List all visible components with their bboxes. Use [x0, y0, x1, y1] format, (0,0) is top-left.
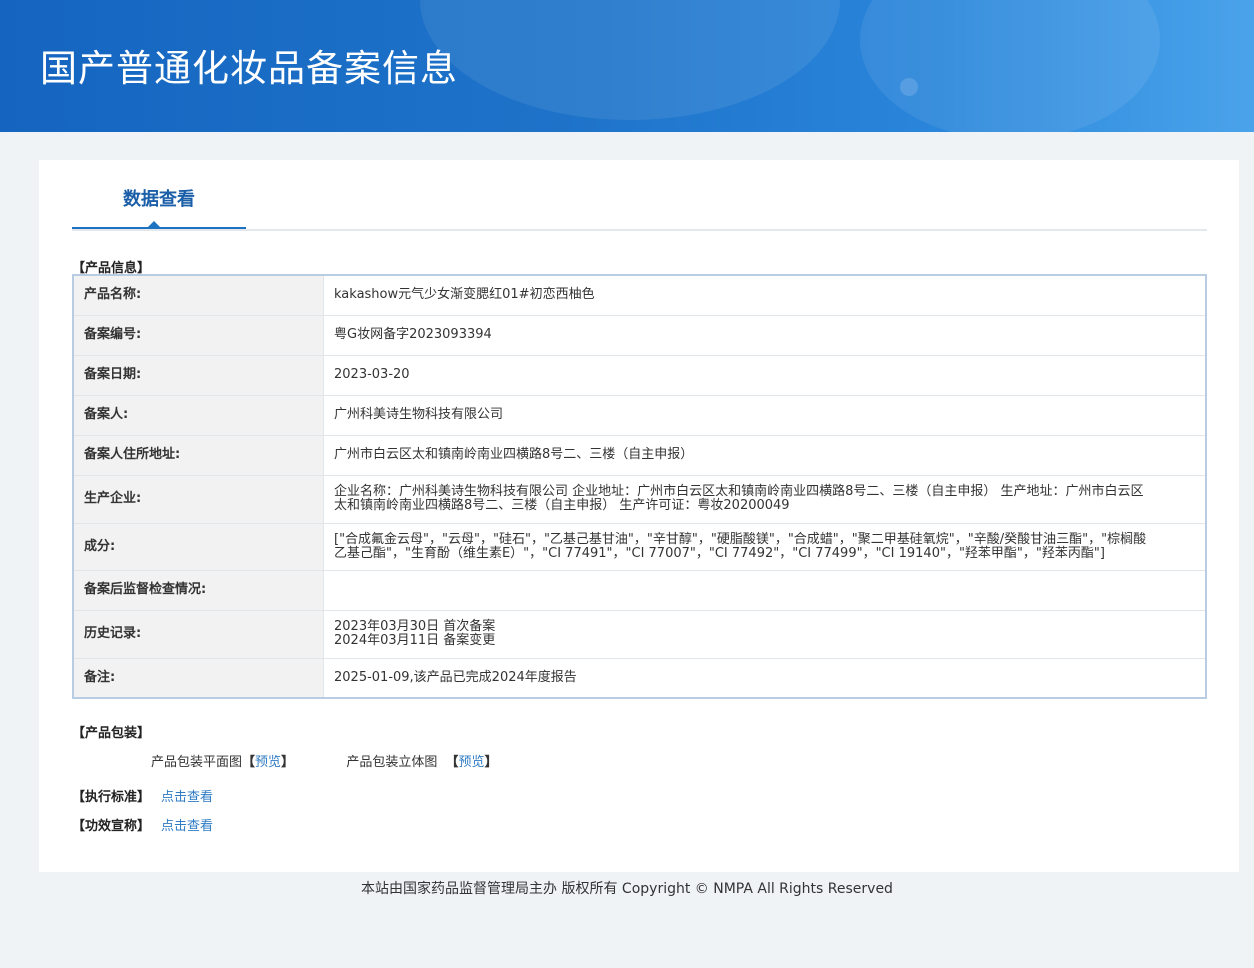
table-row: 备注: 2025-01-09,该产品已完成2024年度报告 — [73, 658, 1206, 699]
table-row: 历史记录: 2023年03月30日 首次备案 2024年03月11日 备案变更 — [73, 610, 1206, 659]
row-label: 备案人: — [73, 395, 324, 436]
close-bracket: 】 — [281, 755, 295, 770]
banner-decoration — [420, 0, 840, 120]
flat-image-label: 产品包装平面图 — [151, 755, 243, 770]
flat-preview-link[interactable]: 预览 — [255, 751, 281, 770]
table-row: 备案编号: 粤G妆网备字2023093394 — [73, 315, 1206, 356]
page-title: 国产普通化妆品备案信息 — [40, 47, 458, 90]
row-value: ["合成氟金云母"，"云母"，"硅石"，"乙基己基甘油"，"辛甘醇"，"硬脂酸镁… — [323, 523, 1206, 571]
stereo-preview-link[interactable]: 预览 — [459, 751, 485, 770]
stereo-image-label: 产品包装立体图 — [346, 755, 438, 770]
table-row: 备案日期: 2023-03-20 — [73, 355, 1206, 396]
content-panel: 数据查看 【产品信息】 产品名称: kakashow元气少女渐变腮红01#初恋西… — [39, 160, 1239, 872]
row-label: 备案后监督检查情况: — [73, 570, 324, 611]
tab-label: 数据查看 — [123, 189, 195, 210]
standard-title: 【执行标准】 — [72, 790, 151, 805]
open-bracket: 【 — [242, 755, 256, 770]
row-value: 粤G妆网备字2023093394 — [323, 315, 1206, 356]
table-row: 生产企业: 企业名称：广州科美诗生物科技有限公司 企业地址：广州市白云区太和镇南… — [73, 475, 1206, 524]
row-label: 历史记录: — [73, 610, 324, 659]
row-label: 成分: — [73, 523, 324, 571]
row-value — [323, 570, 1206, 611]
table-row: 成分: ["合成氟金云母"，"云母"，"硅石"，"乙基己基甘油"，"辛甘醇"，"… — [73, 523, 1206, 571]
product-info-table: 产品名称: kakashow元气少女渐变腮红01#初恋西柚色 备案编号: 粤G妆… — [72, 274, 1207, 699]
efficacy-title: 【功效宣称】 — [72, 819, 151, 834]
table-row: 备案人住所地址: 广州市白云区太和镇南岭南业四横路8号二、三楼（自主申报） — [73, 435, 1206, 476]
efficacy-view-link[interactable]: 点击查看 — [161, 815, 213, 834]
row-value: 2023年03月30日 首次备案 2024年03月11日 备案变更 — [323, 610, 1206, 659]
banner-decoration — [860, 0, 1160, 132]
row-value: 2023-03-20 — [323, 355, 1206, 396]
table-row: 备案后监督检查情况: — [73, 570, 1206, 611]
active-tab-caret-icon — [147, 221, 161, 228]
row-label: 备案日期: — [73, 355, 324, 396]
banner-decoration — [900, 78, 918, 96]
row-value: 2025-01-09,该产品已完成2024年度报告 — [323, 658, 1206, 699]
footer-copyright: 本站由国家药品监督管理局主办 版权所有 Copyright © NMPA All… — [361, 881, 893, 897]
tab-data-view[interactable]: 数据查看 — [72, 160, 246, 229]
history-entry: 2023年03月30日 首次备案 — [334, 619, 496, 634]
close-bracket: 】 — [484, 755, 498, 770]
row-value: 广州科美诗生物科技有限公司 — [323, 395, 1206, 436]
row-label: 备案人住所地址: — [73, 435, 324, 476]
packaging-title: 【产品包装】 — [72, 726, 151, 741]
row-label: 备注: — [73, 658, 324, 699]
table-row: 产品名称: kakashow元气少女渐变腮红01#初恋西柚色 — [73, 275, 1206, 316]
standard-view-link[interactable]: 点击查看 — [161, 786, 213, 805]
packaging-previews: 产品包装平面图【预览】 产品包装立体图 【预览】 — [151, 751, 498, 770]
tab-bar: 数据查看 — [72, 160, 1207, 231]
row-value: 广州市白云区太和镇南岭南业四横路8号二、三楼（自主申报） — [323, 435, 1206, 476]
table-row: 备案人: 广州科美诗生物科技有限公司 — [73, 395, 1206, 436]
history-entry: 2024年03月11日 备案变更 — [334, 633, 496, 648]
row-label: 备案编号: — [73, 315, 324, 356]
row-label: 生产企业: — [73, 475, 324, 524]
open-bracket: 【 — [445, 755, 459, 770]
row-value: kakashow元气少女渐变腮红01#初恋西柚色 — [323, 275, 1206, 316]
row-value: 企业名称：广州科美诗生物科技有限公司 企业地址：广州市白云区太和镇南岭南业四横路… — [323, 475, 1206, 524]
row-label: 产品名称: — [73, 275, 324, 316]
header-banner: 国产普通化妆品备案信息 — [0, 0, 1254, 132]
